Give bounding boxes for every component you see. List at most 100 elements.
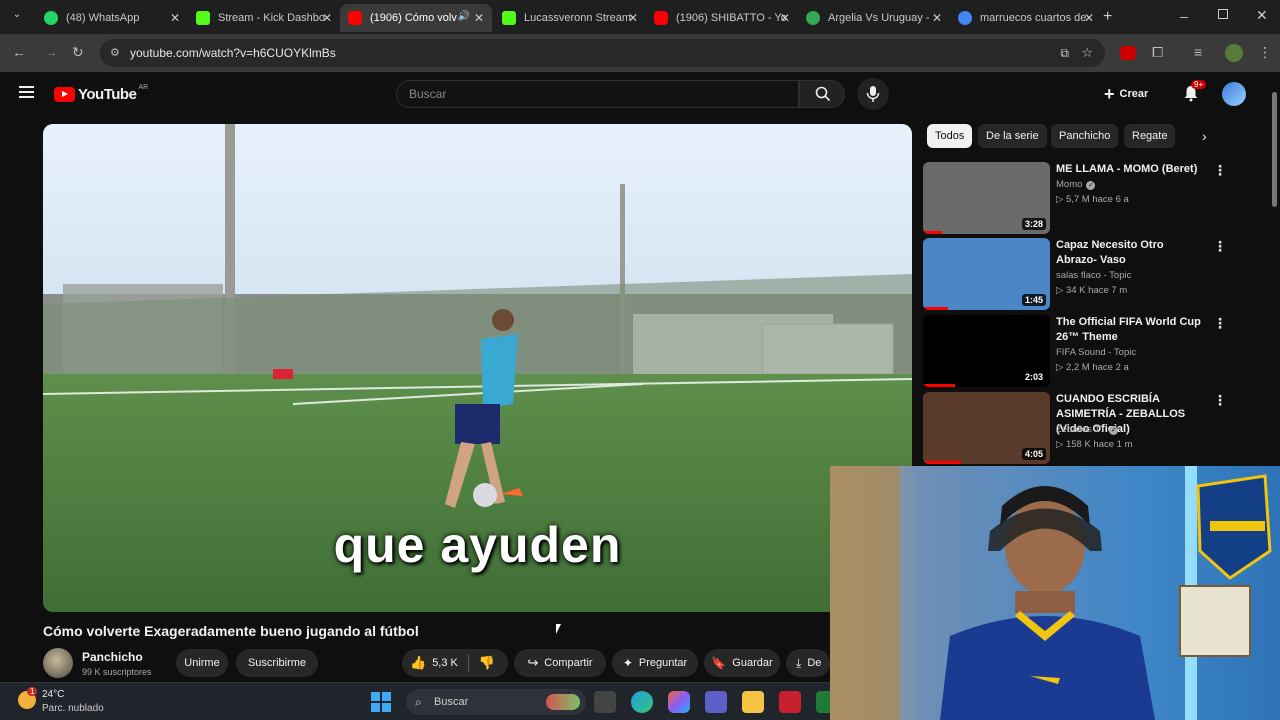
new-tab-icon[interactable]: + bbox=[1103, 8, 1112, 26]
dislike-button[interactable]: 👎 bbox=[479, 655, 495, 671]
taskbar-search-box[interactable]: ⌕ Buscar bbox=[406, 689, 586, 715]
bookmark-star-icon[interactable]: ☆ bbox=[1081, 39, 1093, 67]
webcam-feed bbox=[830, 466, 1280, 720]
recommended-video[interactable]: 3:28 ME LLAMA - MOMO (Beret) Momo ✓ ▷ 5,7 M … bbox=[923, 162, 1253, 236]
watch-progress-bar bbox=[923, 384, 955, 387]
video-player[interactable]: que ayuden bbox=[43, 124, 912, 612]
close-tab-icon[interactable]: ✕ bbox=[474, 11, 484, 25]
copilot-icon[interactable] bbox=[668, 691, 690, 713]
minimize-icon[interactable]: – bbox=[1180, 8, 1188, 24]
browser-tab[interactable]: (1906) Cómo volv 🔊 ✕ bbox=[340, 4, 492, 32]
close-window-icon[interactable]: ✕ bbox=[1256, 7, 1268, 24]
address-bar[interactable]: ⚙ youtube.com/watch?v=h6CUOYKlmBs ⧉ ☆ bbox=[100, 39, 1105, 67]
video-thumbnail[interactable]: 1:45 bbox=[923, 238, 1050, 310]
recommended-video-title[interactable]: Capaz Necesito Otro Abrazo- Vaso bbox=[1056, 238, 1206, 268]
back-icon[interactable]: ← bbox=[12, 44, 26, 60]
close-tab-icon[interactable]: ✕ bbox=[170, 11, 180, 25]
tab-search-icon[interactable]: ⌄ bbox=[8, 9, 26, 25]
browser-tab[interactable]: marruecos cuartos de ✕ bbox=[950, 4, 1102, 32]
browser-tab[interactable]: (1906) SHIBATTO - Yo ✕ bbox=[646, 4, 798, 32]
like-button[interactable]: 👍 5,3 K bbox=[402, 655, 458, 671]
account-avatar[interactable] bbox=[1222, 82, 1246, 106]
google-icon bbox=[958, 11, 972, 25]
ask-label: Preguntar bbox=[638, 657, 688, 669]
browser-menu-icon[interactable]: ⋮ bbox=[1258, 44, 1272, 61]
edge-icon[interactable] bbox=[631, 691, 653, 713]
recommended-channel-name[interactable]: salas flaco - Topic bbox=[1056, 270, 1131, 281]
install-app-icon[interactable]: ⧉ bbox=[1060, 39, 1069, 67]
teams-icon[interactable] bbox=[705, 691, 727, 713]
tab-audio-icon[interactable]: 🔊 bbox=[458, 11, 470, 22]
media-controls-icon[interactable]: ≡ bbox=[1194, 44, 1202, 60]
forward-icon[interactable]: → bbox=[44, 44, 58, 60]
chips-next-icon[interactable]: › bbox=[1202, 128, 1207, 144]
recommended-video[interactable]: 1:45 Capaz Necesito Otro Abrazo- Vaso sala… bbox=[923, 238, 1253, 312]
recommended-video[interactable]: 4:05 CUANDO ESCRIBÍA ASIMETRÍA - ZEBALLOS… bbox=[923, 392, 1253, 466]
share-button[interactable]: ↪ Compartir bbox=[514, 649, 606, 677]
extensions-puzzle-icon[interactable]: ⧠ bbox=[1152, 44, 1163, 61]
create-button[interactable]: + Crear bbox=[1104, 80, 1164, 108]
restore-icon[interactable] bbox=[1218, 9, 1228, 19]
task-view-icon[interactable] bbox=[594, 691, 616, 713]
filter-chip[interactable]: Todos bbox=[927, 124, 973, 148]
close-tab-icon[interactable]: ✕ bbox=[628, 11, 638, 25]
site-info-icon[interactable]: ⚙ bbox=[110, 39, 120, 67]
channel-avatar[interactable] bbox=[43, 648, 73, 678]
app-icon-red[interactable] bbox=[779, 691, 801, 713]
weather-widget[interactable]: 1 24°C Parc. nublado bbox=[14, 687, 124, 717]
recommended-channel-name[interactable]: Zeballos 17 ✓ bbox=[1056, 424, 1119, 435]
video-thumbnail[interactable]: 2:03 bbox=[923, 315, 1050, 387]
browser-tab[interactable]: Argelia Vs Uruguay - ✕ bbox=[798, 4, 950, 32]
youtube-logo[interactable]: YouTube AR bbox=[54, 84, 148, 104]
bookmark-icon: 🔖 bbox=[711, 656, 727, 670]
ask-button[interactable]: ✦ Preguntar bbox=[612, 649, 698, 677]
recommended-video-title[interactable]: ME LLAMA - MOMO (Beret) bbox=[1056, 162, 1206, 177]
notifications-button[interactable]: 9+ bbox=[1182, 80, 1207, 104]
download-label: De bbox=[807, 657, 822, 669]
close-tab-icon[interactable]: ✕ bbox=[1084, 11, 1094, 25]
reload-icon[interactable]: ↻ bbox=[72, 44, 84, 61]
more-options-icon[interactable]: ⋮ bbox=[1213, 162, 1227, 179]
more-options-icon[interactable]: ⋮ bbox=[1213, 315, 1227, 332]
filter-chip[interactable]: Panchicho bbox=[1051, 124, 1119, 148]
filter-chip[interactable]: De la serie bbox=[978, 124, 1047, 148]
profile-avatar[interactable] bbox=[1225, 44, 1243, 62]
download-button[interactable]: ⤓ De bbox=[786, 649, 830, 677]
stats-text: 158 K hace 1 m bbox=[1065, 439, 1133, 450]
search-button[interactable] bbox=[799, 80, 845, 108]
page-scrollbar[interactable] bbox=[1272, 92, 1277, 207]
notification-badge: 9+ bbox=[1191, 80, 1207, 89]
join-button[interactable]: Unirme bbox=[176, 649, 228, 677]
save-button[interactable]: 🔖 Guardar bbox=[704, 649, 780, 677]
browser-tab[interactable]: Lucassveronn Stream ✕ bbox=[494, 4, 646, 32]
browser-tab[interactable]: Stream - Kick Dashbo ✕ bbox=[188, 4, 340, 32]
more-options-icon[interactable]: ⋮ bbox=[1213, 238, 1227, 255]
recommended-video-stats: ▷ 158 K hace 1 m bbox=[1056, 439, 1133, 450]
extension-icon[interactable] bbox=[1120, 46, 1136, 60]
filter-chip[interactable]: Regate bbox=[1124, 124, 1176, 148]
search-input[interactable]: Buscar bbox=[396, 80, 799, 108]
browser-tab[interactable]: (48) WhatsApp ✕ bbox=[36, 4, 188, 32]
globe-icon bbox=[806, 11, 820, 25]
sparkle-icon: ✦ bbox=[622, 656, 633, 670]
channel-name[interactable]: Panchicho bbox=[82, 650, 143, 664]
hamburger-menu-icon[interactable] bbox=[19, 86, 34, 98]
kick-icon bbox=[502, 11, 516, 25]
file-explorer-icon[interactable] bbox=[742, 691, 764, 713]
download-icon: ⤓ bbox=[796, 655, 802, 670]
voice-search-button[interactable] bbox=[857, 78, 889, 110]
video-thumbnail[interactable]: 4:05 bbox=[923, 392, 1050, 464]
windows-start-icon[interactable] bbox=[371, 692, 391, 712]
subscribe-button[interactable]: Suscribirme bbox=[236, 649, 318, 677]
recommended-channel-name[interactable]: Momo ✓ bbox=[1056, 179, 1096, 190]
verified-check-icon: ✓ bbox=[1086, 181, 1096, 190]
more-options-icon[interactable]: ⋮ bbox=[1213, 392, 1227, 409]
close-tab-icon[interactable]: ✕ bbox=[780, 11, 790, 25]
video-thumbnail[interactable]: 3:28 bbox=[923, 162, 1050, 234]
recommended-video[interactable]: 2:03 The Official FIFA World Cup 26™ Them… bbox=[923, 315, 1253, 389]
recommended-video-title[interactable]: The Official FIFA World Cup 26™ Theme bbox=[1056, 315, 1206, 345]
recommended-channel-name[interactable]: FIFA Sound - Topic bbox=[1056, 347, 1136, 358]
close-tab-icon[interactable]: ✕ bbox=[322, 11, 332, 25]
taskbar-search-icon: ⌕ bbox=[415, 695, 422, 709]
close-tab-icon[interactable]: ✕ bbox=[932, 11, 942, 25]
